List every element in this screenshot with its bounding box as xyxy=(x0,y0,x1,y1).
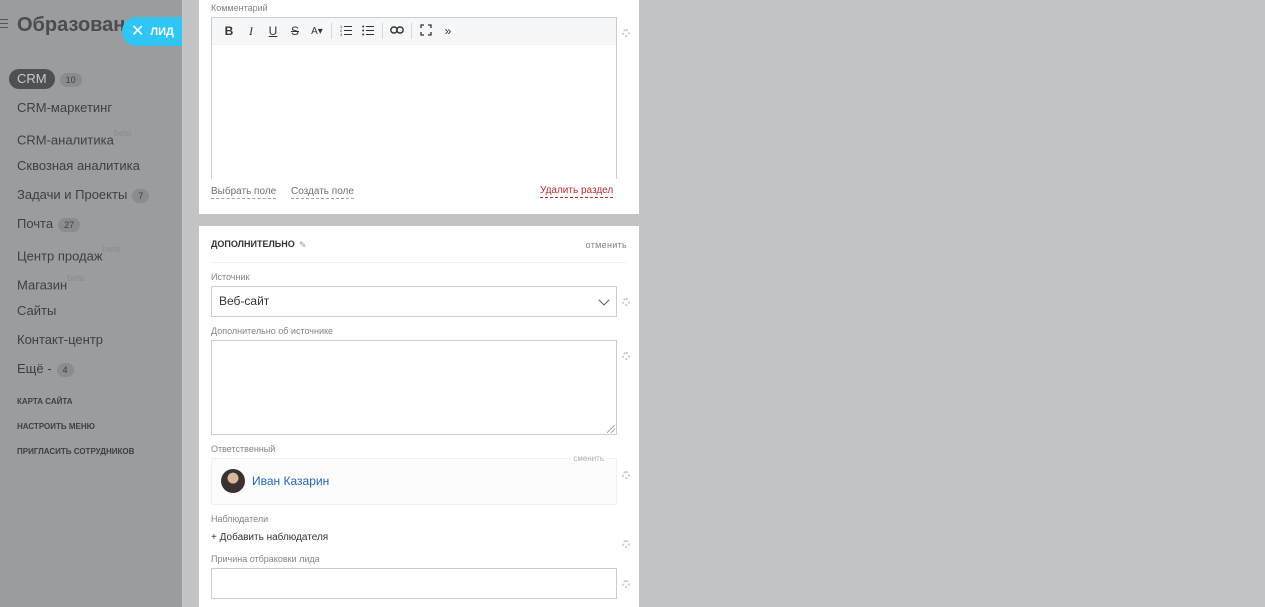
responsible-label: Ответственный xyxy=(211,444,276,454)
source-select-value: Веб-сайт xyxy=(219,294,270,308)
sidebar-item-label: Почта xyxy=(17,216,54,231)
sidebar-item-shop[interactable]: Магазинbeta xyxy=(0,267,182,296)
left-sidebar: Образован CRM 10 CRM-маркетинг CRM-аналит… xyxy=(0,0,182,607)
gear-icon[interactable] xyxy=(622,352,630,360)
reject-reason-label: Причина отбраковки лида xyxy=(211,554,320,564)
add-observer-link[interactable]: + Добавить наблюдателя xyxy=(211,532,328,543)
sidebar-item-label: CRM-маркетинг xyxy=(17,100,113,115)
sidebar-item-label: Центр продаж xyxy=(17,248,103,264)
sidebar-item-label: CRM-аналитика xyxy=(17,132,114,148)
source-label: Источник xyxy=(211,272,250,282)
sidebar-item-crm-marketing[interactable]: CRM-маркетинг xyxy=(0,93,182,122)
list-ordered-icon[interactable]: 123 xyxy=(335,24,357,39)
section-title: ДОПОЛНИТЕЛЬНО xyxy=(211,239,295,249)
chevron-down-icon xyxy=(598,294,610,306)
sitemap-link[interactable]: КАРТА САЙТА xyxy=(17,397,73,406)
responsible-field: сменить Иван Казарин xyxy=(211,454,617,505)
responsible-user-link[interactable]: Иван Казарин xyxy=(252,474,329,488)
cancel-link[interactable]: отменить xyxy=(586,240,627,250)
sidebar-item-label: CRM xyxy=(9,69,55,89)
sidebar-item-sites[interactable]: Сайты xyxy=(0,296,182,325)
sidebar-item-label: Сквозная аналитика xyxy=(17,158,140,173)
counter-badge: 10 xyxy=(59,72,82,87)
sidebar-item-label: Сайты xyxy=(17,303,57,318)
sidebar-item-contact-center[interactable]: Контакт-центр xyxy=(0,325,182,354)
resize-handle-icon[interactable] xyxy=(607,425,615,433)
observers-label: Наблюдатели xyxy=(211,514,269,524)
sidebar-item-label: Магазин xyxy=(17,277,68,293)
italic-button[interactable]: I xyxy=(240,24,262,39)
comment-label: Комментарий xyxy=(211,3,268,13)
gear-icon[interactable] xyxy=(622,540,630,548)
reject-reason-input[interactable] xyxy=(211,568,617,599)
pencil-icon[interactable]: ✎ xyxy=(299,240,307,251)
gear-icon[interactable] xyxy=(622,471,630,479)
delete-section-link[interactable]: Удалить раздел xyxy=(540,185,614,198)
sidebar-item-more[interactable]: Ещё - 4 xyxy=(0,354,182,383)
configure-menu-link[interactable]: НАСТРОИТЬ МЕНЮ xyxy=(17,422,95,431)
sidebar-item-end-to-end-analytics[interactable]: Сквозная аналитика xyxy=(0,151,182,180)
beta-badge: beta xyxy=(67,273,85,283)
toolbar-divider xyxy=(331,23,332,39)
beta-badge: beta xyxy=(113,128,132,138)
close-icon: ✕ xyxy=(131,22,145,40)
portal-title[interactable]: Образован xyxy=(17,14,125,37)
additional-section: ДОПОЛНИТЕЛЬНО ✎ отменить Источник Веб-са… xyxy=(199,226,639,607)
counter-badge: 4 xyxy=(56,362,74,377)
close-lead-tab[interactable]: ✕ ЛИД xyxy=(122,17,182,46)
create-field-link[interactable]: Создать поле xyxy=(291,186,354,199)
comment-section: Комментарий B I U S A▾ 123 » Выбрать пол… xyxy=(199,0,639,214)
hamburger-icon[interactable] xyxy=(0,19,8,31)
gear-icon[interactable] xyxy=(622,29,630,37)
source-extra-textarea[interactable] xyxy=(211,340,617,435)
link-icon[interactable] xyxy=(386,24,408,38)
beta-badge: beta xyxy=(102,244,121,254)
sidebar-item-crm-analytics[interactable]: CRM-аналитикаbeta xyxy=(0,122,182,151)
svg-text:3: 3 xyxy=(340,32,343,36)
source-select[interactable]: Веб-сайт xyxy=(211,286,617,317)
underline-button[interactable]: U xyxy=(262,24,284,38)
counter-badge: 27 xyxy=(58,217,81,232)
lead-tab-label: ЛИД xyxy=(150,25,174,38)
sidebar-item-sales-center[interactable]: Центр продажbeta xyxy=(0,238,182,267)
select-field-link[interactable]: Выбрать поле xyxy=(211,186,277,199)
fullscreen-icon[interactable] xyxy=(415,23,437,39)
list-bullet-icon[interactable] xyxy=(357,24,379,39)
sidebar-item-crm[interactable]: CRM 10 xyxy=(0,64,182,93)
sidebar-menu: CRM 10 CRM-маркетинг CRM-аналитикаbeta Ск… xyxy=(0,64,182,383)
comment-editor[interactable]: B I U S A▾ 123 » xyxy=(211,17,617,179)
invite-employees-link[interactable]: ПРИГЛАСИТЬ СОТРУДНИКОВ xyxy=(17,447,134,456)
change-responsible-link[interactable]: сменить xyxy=(571,454,606,463)
font-size-button[interactable]: A▾ xyxy=(306,26,328,37)
sidebar-item-label: Контакт-центр xyxy=(17,332,104,347)
sidebar-item-label: Задачи и Проекты xyxy=(17,187,128,202)
editor-toolbar: B I U S A▾ 123 » xyxy=(212,18,616,45)
gear-icon[interactable] xyxy=(622,298,630,306)
section-divider xyxy=(211,262,627,263)
gear-icon[interactable] xyxy=(622,580,630,588)
strikethrough-button[interactable]: S xyxy=(284,24,306,38)
toolbar-divider xyxy=(382,23,383,39)
sidebar-item-mail[interactable]: Почта 27 xyxy=(0,209,182,238)
sidebar-item-tasks[interactable]: Задачи и Проекты 7 xyxy=(0,180,182,209)
avatar xyxy=(221,469,245,493)
source-extra-label: Дополнительно об источнике xyxy=(211,326,334,336)
counter-badge: 7 xyxy=(132,188,150,203)
bold-button[interactable]: B xyxy=(218,24,240,38)
sidebar-item-label: Ещё - xyxy=(17,361,52,376)
toolbar-divider xyxy=(411,23,412,39)
more-tools-button[interactable]: » xyxy=(437,24,459,38)
